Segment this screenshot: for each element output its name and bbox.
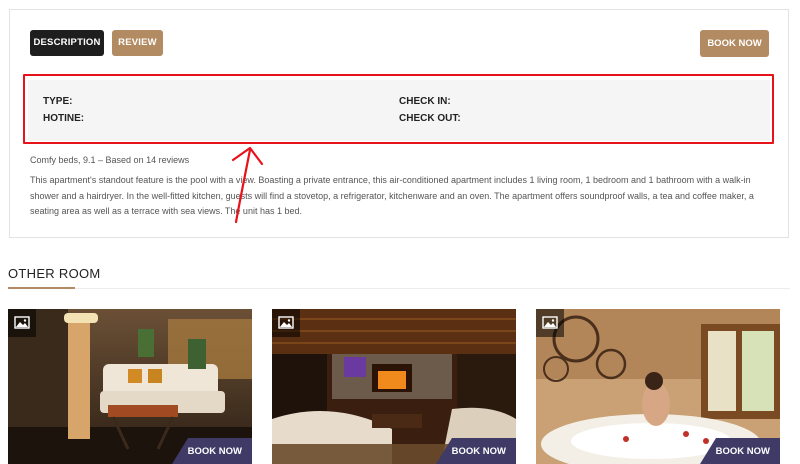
- tab-review[interactable]: REVIEW: [112, 30, 163, 56]
- rating-summary: Comfy beds, 9.1 – Based on 14 reviews: [30, 155, 190, 165]
- room-card-1[interactable]: BOOK NOW: [8, 309, 252, 464]
- image-icon: [272, 309, 300, 337]
- room-card-2[interactable]: BOOK NOW: [272, 309, 516, 464]
- room-card-3[interactable]: BOOK NOW: [536, 309, 780, 464]
- section-divider: [8, 288, 790, 289]
- image-icon: [8, 309, 36, 337]
- annotation-highlight-box: [23, 74, 774, 144]
- image-icon: [536, 309, 564, 337]
- other-room-heading: OTHER ROOM: [8, 266, 101, 281]
- book-now-button[interactable]: BOOK NOW: [700, 30, 769, 57]
- heading-underline: [8, 287, 75, 289]
- tab-description[interactable]: DESCRIPTION: [30, 30, 104, 56]
- room-description: This apartment's standout feature is the…: [30, 175, 754, 216]
- room-details-card: DESCRIPTION REVIEW BOOK NOW TYPE: HOTINE…: [9, 9, 789, 238]
